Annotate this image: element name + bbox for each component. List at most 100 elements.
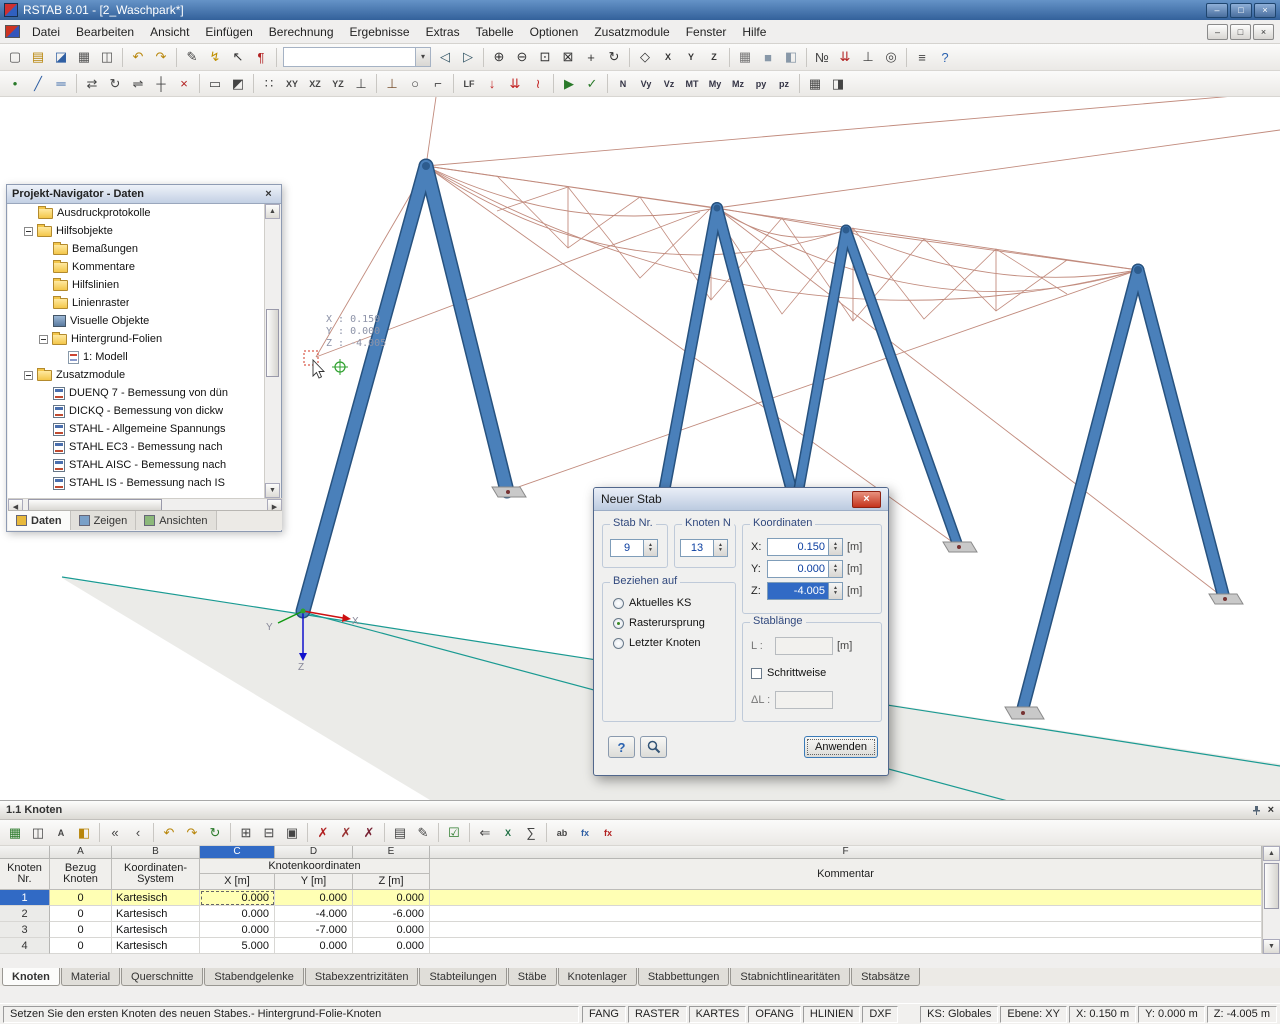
open-file-icon[interactable]: ▤ (27, 46, 49, 68)
scroll-down-icon[interactable]: ▼ (1263, 939, 1280, 954)
redo-icon[interactable]: ↷ (150, 46, 172, 68)
mdi-document-icon[interactable] (5, 25, 20, 38)
move-copy-icon[interactable]: ⇄ (81, 73, 103, 95)
zoom-window-icon[interactable]: ⊡ (534, 46, 556, 68)
pin-icon[interactable] (1251, 805, 1262, 816)
nav-tab-zeigen[interactable]: Zeigen (70, 511, 137, 530)
member-load-icon[interactable]: ⇊ (504, 73, 526, 95)
print-icon[interactable]: ▦ (73, 46, 95, 68)
view-x-icon[interactable]: X (657, 46, 679, 68)
radio-icon[interactable] (613, 637, 624, 649)
coord-spinner[interactable]: ▲ ▼ (829, 538, 843, 556)
scroll-up-icon[interactable]: ▲ (1263, 846, 1280, 861)
column-letter-D[interactable]: D (275, 846, 353, 859)
menu-fenster[interactable]: Fenster (678, 21, 735, 43)
show-supports-icon[interactable]: ⊥ (857, 46, 879, 68)
cell-nr[interactable]: 3 (0, 922, 50, 938)
results-n-icon[interactable]: N (612, 73, 634, 95)
cell-bezug[interactable]: 0 (50, 906, 112, 922)
work-plane-xz-icon[interactable]: XZ (304, 73, 326, 95)
zoom-all-icon[interactable]: ⊠ (557, 46, 579, 68)
export-excel-icon[interactable]: X (497, 822, 519, 844)
dialog-titlebar[interactable]: Neuer Stab × (594, 488, 888, 511)
plausibility-check-icon[interactable]: ✓ (581, 73, 603, 95)
snap-grid-icon[interactable]: ∷ (258, 73, 280, 95)
tree-item[interactable]: STAHL EC3 - Bemessung nach (8, 438, 266, 456)
nav-tab-daten[interactable]: Daten (8, 511, 71, 530)
work-plane-yz-icon[interactable]: YZ (327, 73, 349, 95)
help-button[interactable]: ? (608, 736, 635, 758)
status-toggle-ofang[interactable]: OFANG (748, 1005, 801, 1023)
sheet-tab-stabexzentrizitäten[interactable]: Stabexzentrizitäten (304, 968, 419, 986)
navigator-vertical-scrollbar[interactable]: ▲ ▼ (264, 204, 280, 498)
coord-spinner[interactable]: ▲ ▼ (829, 560, 843, 578)
radio-option[interactable]: Letzter Knoten (613, 637, 701, 649)
plane-offset-icon[interactable]: ⊥ (350, 73, 372, 95)
menu-bearbeiten[interactable]: Bearbeiten (68, 21, 142, 43)
cell-comment[interactable] (430, 906, 1262, 922)
member-eccentricity-icon[interactable]: ⌐ (427, 73, 449, 95)
results-vz-icon[interactable]: Vz (658, 73, 680, 95)
table-refresh-icon[interactable]: ↻ (204, 822, 226, 844)
tree-item[interactable]: Bemaßungen (8, 240, 266, 258)
navigator-close-icon[interactable]: × (261, 188, 276, 201)
snap-lightning-icon[interactable]: ↯ (204, 46, 226, 68)
tree-item[interactable]: DICKQ - Bemessung von dickw (8, 402, 266, 420)
menu-einfügen[interactable]: Einfügen (197, 21, 260, 43)
zoom-in-icon[interactable]: ⊕ (488, 46, 510, 68)
select-special-icon[interactable]: ◩ (227, 73, 249, 95)
table-vertical-scrollbar[interactable]: ▲ ▼ (1262, 846, 1280, 954)
cell-nr[interactable]: 1 (0, 890, 50, 906)
radio-icon[interactable] (613, 617, 624, 629)
cell-z[interactable]: 0.000 (353, 938, 430, 954)
coord-y-field[interactable]: 0.000 (767, 560, 829, 578)
cell-z[interactable]: 0.000 (353, 890, 430, 906)
maximize-button[interactable]: □ (1230, 2, 1252, 18)
table-row[interactable]: 4 0 Kartesisch 5.000 0.000 0.000 (0, 938, 1262, 954)
display-transparent-icon[interactable]: ◧ (780, 46, 802, 68)
radio-option[interactable]: Aktuelles KS (613, 597, 691, 609)
coord-x-field[interactable]: 0.150 (767, 538, 829, 556)
sheet-tab-knotenlager[interactable]: Knotenlager (557, 968, 637, 986)
tree-item[interactable]: STAHL - Allgemeine Spannungs (8, 420, 266, 438)
cell-x[interactable]: 0.000 (200, 906, 275, 922)
block-select-icon[interactable]: ▣ (281, 822, 303, 844)
show-loads-icon[interactable]: ⇊ (834, 46, 856, 68)
nodal-load-icon[interactable]: ↓ (481, 73, 503, 95)
scroll-thumb[interactable] (1264, 862, 1279, 910)
new-member-set-icon[interactable]: ═ (50, 73, 72, 95)
zoom-out-icon[interactable]: ⊖ (511, 46, 533, 68)
menu-berechnung[interactable]: Berechnung (261, 21, 342, 43)
view-isometric-icon[interactable]: ◇ (634, 46, 656, 68)
table-panel-close-icon[interactable]: × (1268, 804, 1274, 816)
tree-item[interactable]: STAHL IS - Bemessung nach IS (8, 474, 266, 492)
tree-item[interactable]: 1: Modell (8, 348, 266, 366)
select-all-icon[interactable]: ▭ (204, 73, 226, 95)
table-redo-icon[interactable]: ↷ (181, 822, 203, 844)
coord-z-field[interactable]: -4.005 (767, 582, 829, 600)
tree-collapse-icon[interactable] (24, 226, 33, 236)
menu-zusatzmodule[interactable]: Zusatzmodule (586, 21, 677, 43)
rotate-icon[interactable]: ↻ (104, 73, 126, 95)
cell-y[interactable]: -7.000 (275, 922, 353, 938)
sheet-tab-material[interactable]: Material (60, 968, 121, 986)
column-letter-corner[interactable] (0, 846, 50, 859)
delete-objects-icon[interactable]: × (173, 73, 195, 95)
comment-flag-icon[interactable]: ¶ (250, 46, 272, 68)
knoten-nr-field[interactable]: 13 (680, 539, 714, 557)
delete-row-icon[interactable]: ✗ (312, 822, 334, 844)
display-wireframe-icon[interactable]: ▦ (734, 46, 756, 68)
table-row[interactable]: 1 0 Kartesisch 0.000 0.000 0.000 (0, 890, 1262, 906)
display-solid-icon[interactable]: ■ (757, 46, 779, 68)
column-letter-C[interactable]: C (200, 846, 275, 859)
tree-item[interactable]: STAHL AISC - Bemessung nach (8, 456, 266, 474)
column-letter-B[interactable]: B (112, 846, 200, 859)
dialog-close-button[interactable]: × (852, 490, 881, 508)
cell-system[interactable]: Kartesisch (112, 938, 200, 954)
print-preview-icon[interactable]: ◫ (96, 46, 118, 68)
navigator-titlebar[interactable]: Projekt-Navigator - Daten × (7, 185, 281, 204)
formula-delete-icon[interactable]: fx (597, 822, 619, 844)
column-letter-A[interactable]: A (50, 846, 112, 859)
nav-next-icon[interactable]: ▷ (457, 46, 479, 68)
copy-row-icon[interactable]: ⊞ (235, 822, 257, 844)
